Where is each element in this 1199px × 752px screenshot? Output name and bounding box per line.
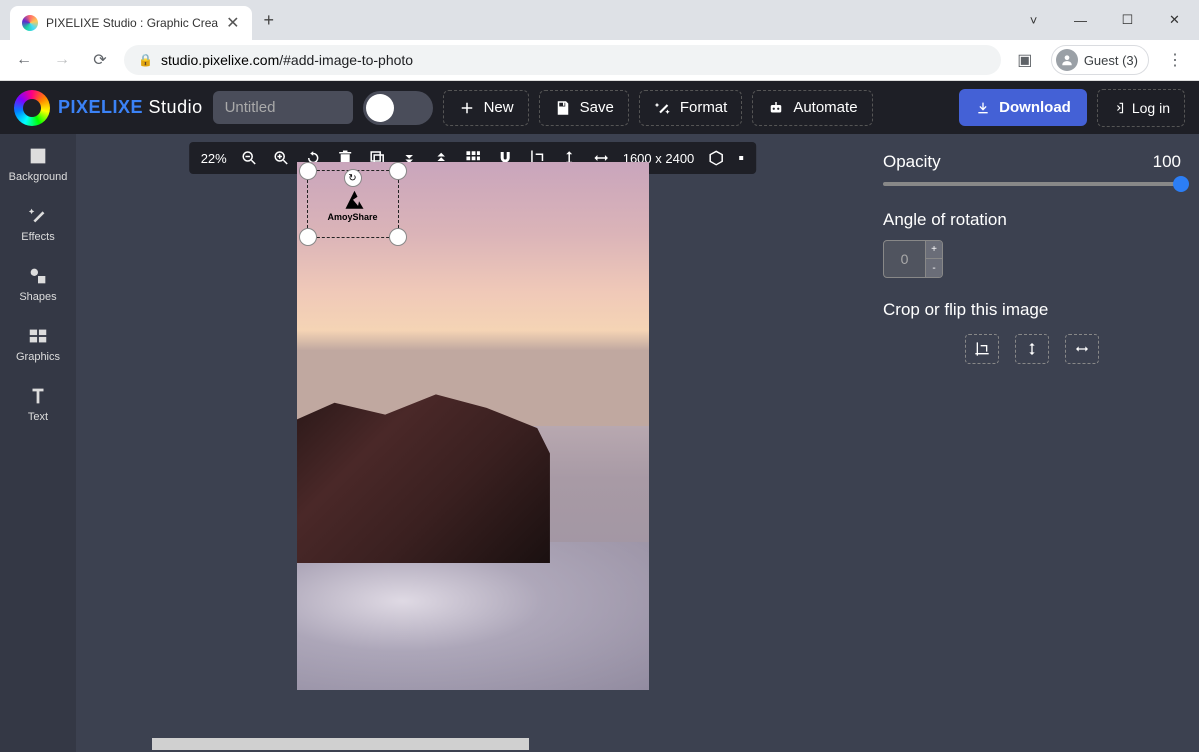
document-title-input[interactable] (213, 91, 353, 124)
robot-icon (767, 99, 785, 117)
rotation-label: Angle of rotation (883, 210, 1181, 230)
properties-panel: Opacity 100 Angle of rotation 0 + - Crop… (869, 134, 1199, 752)
chevron-down-icon[interactable]: ˅ (1011, 5, 1056, 35)
image-icon (27, 145, 49, 167)
login-label: Log in (1132, 100, 1170, 116)
download-button[interactable]: Download (959, 89, 1087, 126)
sidebar-label: Background (9, 171, 68, 183)
logo-text: PIXELIXE Studio (58, 97, 203, 118)
rotation-value: 0 (884, 241, 925, 277)
crop-label: Crop or flip this image (883, 300, 1181, 320)
lock-icon: 🔒 (138, 53, 153, 67)
new-button[interactable]: New (443, 90, 529, 126)
resize-handle-tl[interactable] (299, 162, 317, 180)
app-header: PIXELIXE Studio New Save Format Automate… (0, 81, 1199, 134)
crop-image-button[interactable] (965, 334, 999, 364)
new-tab-button[interactable]: + (256, 10, 283, 31)
download-icon (975, 100, 991, 116)
maximize-button[interactable]: ☐ (1105, 5, 1150, 35)
horizontal-scrollbar[interactable] (152, 738, 529, 750)
canvas[interactable]: AmoyShare ↻ (297, 162, 649, 690)
sidebar-item-effects[interactable]: Effects (0, 194, 76, 254)
reload-button[interactable]: ⟳ (86, 46, 114, 74)
flip-horizontal-button[interactable] (1065, 334, 1099, 364)
theme-toggle[interactable] (363, 91, 433, 125)
format-label: Format (680, 99, 728, 116)
tab-title: PIXELIXE Studio : Graphic Crea (46, 16, 218, 30)
cube-button[interactable] (706, 148, 726, 168)
close-window-button[interactable]: ✕ (1152, 5, 1197, 35)
sidebar-item-text[interactable]: Text (0, 374, 76, 434)
save-button[interactable]: Save (539, 90, 629, 126)
download-label: Download (999, 99, 1071, 116)
opacity-slider[interactable] (883, 182, 1181, 186)
back-button[interactable]: ← (10, 46, 38, 74)
zoom-in-button[interactable] (271, 148, 291, 168)
flip-vertical-button[interactable] (1015, 334, 1049, 364)
login-icon (1112, 101, 1126, 115)
window-controls: ˅ — ☐ ✕ (1011, 5, 1199, 35)
plus-icon (458, 99, 476, 117)
zoom-out-button[interactable] (239, 148, 259, 168)
sidebar-item-background[interactable]: Background (0, 134, 76, 194)
sparkle-icon (27, 205, 49, 227)
sidebar-label: Shapes (19, 291, 56, 303)
tab-close-icon[interactable]: ✕ (226, 13, 239, 33)
profile-label: Guest (3) (1084, 53, 1138, 68)
new-label: New (484, 99, 514, 116)
rotate-handle[interactable]: ↻ (344, 169, 362, 187)
browser-chrome: PIXELIXE Studio : Graphic Crea ✕ + ˅ — ☐… (0, 0, 1199, 81)
graphics-icon (27, 325, 49, 347)
selection-box[interactable]: AmoyShare ↻ (307, 170, 399, 238)
logo-ring-icon (14, 90, 50, 126)
login-button[interactable]: Log in (1097, 89, 1185, 127)
tab-favicon-icon (22, 15, 38, 31)
panel-icon[interactable]: ▣ (1011, 46, 1039, 74)
url-input[interactable]: 🔒 studio.pixelixe.com/#add-image-to-phot… (124, 45, 1001, 75)
browser-tab[interactable]: PIXELIXE Studio : Graphic Crea ✕ (10, 6, 252, 40)
forward-button[interactable]: → (48, 46, 76, 74)
automate-button[interactable]: Automate (752, 90, 872, 126)
sidebar-label: Graphics (16, 351, 60, 363)
minimize-button[interactable]: — (1058, 5, 1103, 35)
slider-thumb[interactable] (1173, 176, 1189, 192)
save-label: Save (580, 99, 614, 116)
wand-icon (654, 99, 672, 117)
sidebar: Background Effects Shapes Graphics Text (0, 134, 76, 752)
more-button[interactable] (738, 148, 744, 168)
canvas-image: AmoyShare ↻ (297, 162, 649, 690)
sidebar-label: Effects (21, 231, 54, 243)
app: PIXELIXE Studio New Save Format Automate… (0, 81, 1199, 752)
sidebar-item-graphics[interactable]: Graphics (0, 314, 76, 374)
format-button[interactable]: Format (639, 90, 743, 126)
resize-handle-br[interactable] (389, 228, 407, 246)
profile-chip[interactable]: Guest (3) (1051, 45, 1149, 75)
sidebar-label: Text (28, 411, 48, 423)
canvas-area[interactable]: 22% 1600 x 2400 (76, 134, 869, 752)
opacity-label: Opacity (883, 152, 941, 172)
rotation-decrease[interactable]: - (926, 259, 942, 277)
shapes-icon (27, 265, 49, 287)
menu-icon[interactable]: ⋮ (1161, 46, 1189, 74)
zoom-value: 22% (201, 151, 227, 166)
rotation-increase[interactable]: + (926, 241, 942, 259)
resize-handle-tr[interactable] (389, 162, 407, 180)
sidebar-item-shapes[interactable]: Shapes (0, 254, 76, 314)
url-text: studio.pixelixe.com/#add-image-to-photo (161, 52, 413, 68)
text-icon (27, 385, 49, 407)
app-body: Background Effects Shapes Graphics Text (0, 134, 1199, 752)
app-logo[interactable]: PIXELIXE Studio (14, 90, 203, 126)
toggle-knob (366, 94, 394, 122)
tab-bar: PIXELIXE Studio : Graphic Crea ✕ + ˅ — ☐… (0, 0, 1199, 40)
automate-label: Automate (793, 99, 857, 116)
avatar-icon (1056, 49, 1078, 71)
address-bar: ← → ⟳ 🔒 studio.pixelixe.com/#add-image-t… (0, 40, 1199, 80)
resize-handle-bl[interactable] (299, 228, 317, 246)
opacity-value: 100 (1153, 152, 1181, 172)
rotation-stepper[interactable]: 0 + - (883, 240, 943, 278)
save-icon (554, 99, 572, 117)
